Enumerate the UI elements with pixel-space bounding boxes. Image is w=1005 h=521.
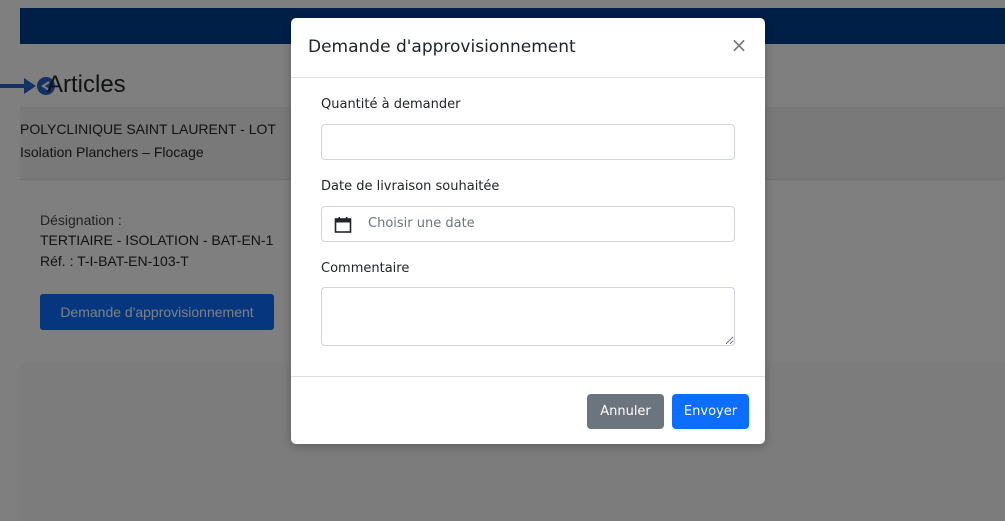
date-placeholder: Choisir une date xyxy=(368,216,475,231)
supply-request-modal: Demande d'approvisionnement × Quantité à… xyxy=(291,18,765,444)
calendar-icon xyxy=(334,217,352,233)
delivery-date-picker[interactable]: Choisir une date xyxy=(321,206,735,242)
comment-textarea[interactable] xyxy=(321,287,735,346)
close-icon[interactable]: × xyxy=(728,33,750,57)
cancel-button[interactable]: Annuler xyxy=(587,394,664,429)
app-page: Articles POLYCLINIQUE SAINT LAURENT - LO… xyxy=(0,0,1005,521)
quantity-label: Quantité à demander xyxy=(321,97,461,112)
send-button[interactable]: Envoyer xyxy=(672,394,749,429)
delivery-date-label: Date de livraison souhaitée xyxy=(321,179,500,194)
modal-footer: Annuler Envoyer xyxy=(291,376,765,445)
modal-header: Demande d'approvisionnement × xyxy=(291,18,765,78)
modal-title: Demande d'approvisionnement xyxy=(308,37,576,57)
comment-label: Commentaire xyxy=(321,261,410,276)
quantity-input[interactable] xyxy=(321,124,735,160)
